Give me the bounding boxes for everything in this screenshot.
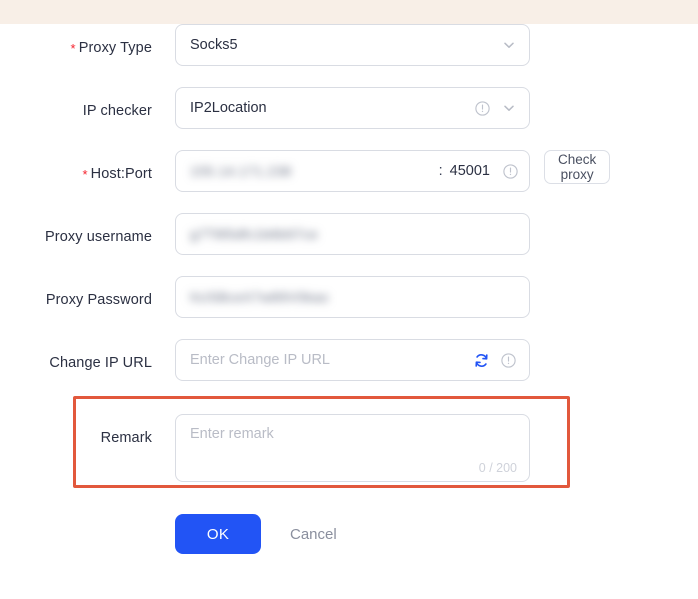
label-proxy-type-text: Proxy Type: [78, 40, 152, 56]
form-row-proxy-username: Proxy username g7T8l5dfc1b6b97ce: [0, 213, 698, 276]
label-proxy-username: Proxy username: [0, 213, 152, 247]
label-remark-text: Remark: [100, 430, 152, 446]
label-ip-checker: IP checker: [0, 87, 152, 121]
proxy-password-value: hUSBceX7w89V0kao: [190, 289, 329, 305]
form-row-change-ip-url: Change IP URL Enter Change IP URL: [0, 339, 698, 402]
ip-checker-value: IP2Location: [190, 100, 267, 116]
field-wrap-remark: Enter remark 0 / 200: [175, 402, 530, 482]
dialog-footer: OK Cancel: [0, 514, 698, 554]
label-change-ip-url: Change IP URL: [0, 339, 152, 373]
info-circle-icon[interactable]: [502, 163, 519, 180]
field-wrap-proxy-password: hUSBceX7w89V0kao: [175, 276, 530, 318]
change-ip-url-placeholder: Enter Change IP URL: [190, 352, 330, 368]
required-asterisk-host-port: *: [82, 167, 88, 182]
remark-textarea[interactable]: Enter remark 0 / 200: [175, 414, 530, 482]
proxy-settings-form: * Proxy Type Socks5 IP checker IP2Locatio…: [0, 24, 698, 554]
label-proxy-username-text: Proxy username: [45, 229, 152, 245]
info-circle-icon[interactable]: [500, 352, 517, 369]
form-row-proxy-type: * Proxy Type Socks5: [0, 24, 698, 87]
remark-placeholder: Enter remark: [190, 426, 274, 442]
form-row-ip-checker: IP checker IP2Location: [0, 87, 698, 150]
label-proxy-password-text: Proxy Password: [45, 292, 152, 308]
label-host-port: * Host:Port: [0, 150, 152, 184]
proxy-username-value: g7T8l5dfc1b6b97ce: [190, 226, 319, 242]
port-input-value[interactable]: 45001: [450, 163, 490, 179]
check-proxy-button[interactable]: Check proxy: [544, 150, 611, 184]
label-remark: Remark: [0, 402, 152, 448]
chevron-down-icon: [501, 37, 517, 53]
label-ip-checker-text: IP checker: [82, 103, 152, 119]
required-asterisk-proxy-type: *: [70, 41, 76, 56]
host-port-input-group[interactable]: 155.14.171.238 : 45001: [175, 150, 530, 192]
field-wrap-host-port: 155.14.171.238 : 45001: [175, 150, 530, 192]
change-ip-url-input[interactable]: Enter Change IP URL: [175, 339, 530, 381]
field-wrap-change-ip-url: Enter Change IP URL: [175, 339, 530, 381]
form-row-proxy-password: Proxy Password hUSBceX7w89V0kao: [0, 276, 698, 339]
cancel-button[interactable]: Cancel: [290, 526, 337, 543]
form-row-host-port: * Host:Port 155.14.171.238 : 45001 Check …: [0, 150, 698, 213]
proxy-type-value: Socks5: [190, 37, 238, 53]
chevron-down-icon: [501, 100, 517, 116]
ok-button[interactable]: OK: [175, 514, 261, 554]
proxy-type-select[interactable]: Socks5: [175, 24, 530, 66]
label-host-port-text: Host:Port: [90, 166, 152, 182]
remark-character-counter: 0 / 200: [478, 461, 517, 475]
host-port-separator: :: [438, 163, 443, 179]
field-wrap-proxy-type: Socks5: [175, 24, 530, 66]
label-change-ip-url-text: Change IP URL: [49, 355, 152, 371]
proxy-username-input[interactable]: g7T8l5dfc1b6b97ce: [175, 213, 530, 255]
info-circle-icon[interactable]: [474, 100, 491, 117]
proxy-password-input[interactable]: hUSBceX7w89V0kao: [175, 276, 530, 318]
field-wrap-proxy-username: g7T8l5dfc1b6b97ce: [175, 213, 530, 255]
form-row-remark: Remark Enter remark 0 / 200: [0, 402, 698, 498]
label-proxy-type: * Proxy Type: [0, 24, 152, 58]
label-proxy-password: Proxy Password: [0, 276, 152, 310]
refresh-icon[interactable]: [473, 352, 490, 369]
ip-checker-select[interactable]: IP2Location: [175, 87, 530, 129]
top-banner-strip: [0, 0, 698, 24]
host-input-value[interactable]: 155.14.171.238: [190, 163, 435, 179]
field-wrap-ip-checker: IP2Location: [175, 87, 530, 129]
